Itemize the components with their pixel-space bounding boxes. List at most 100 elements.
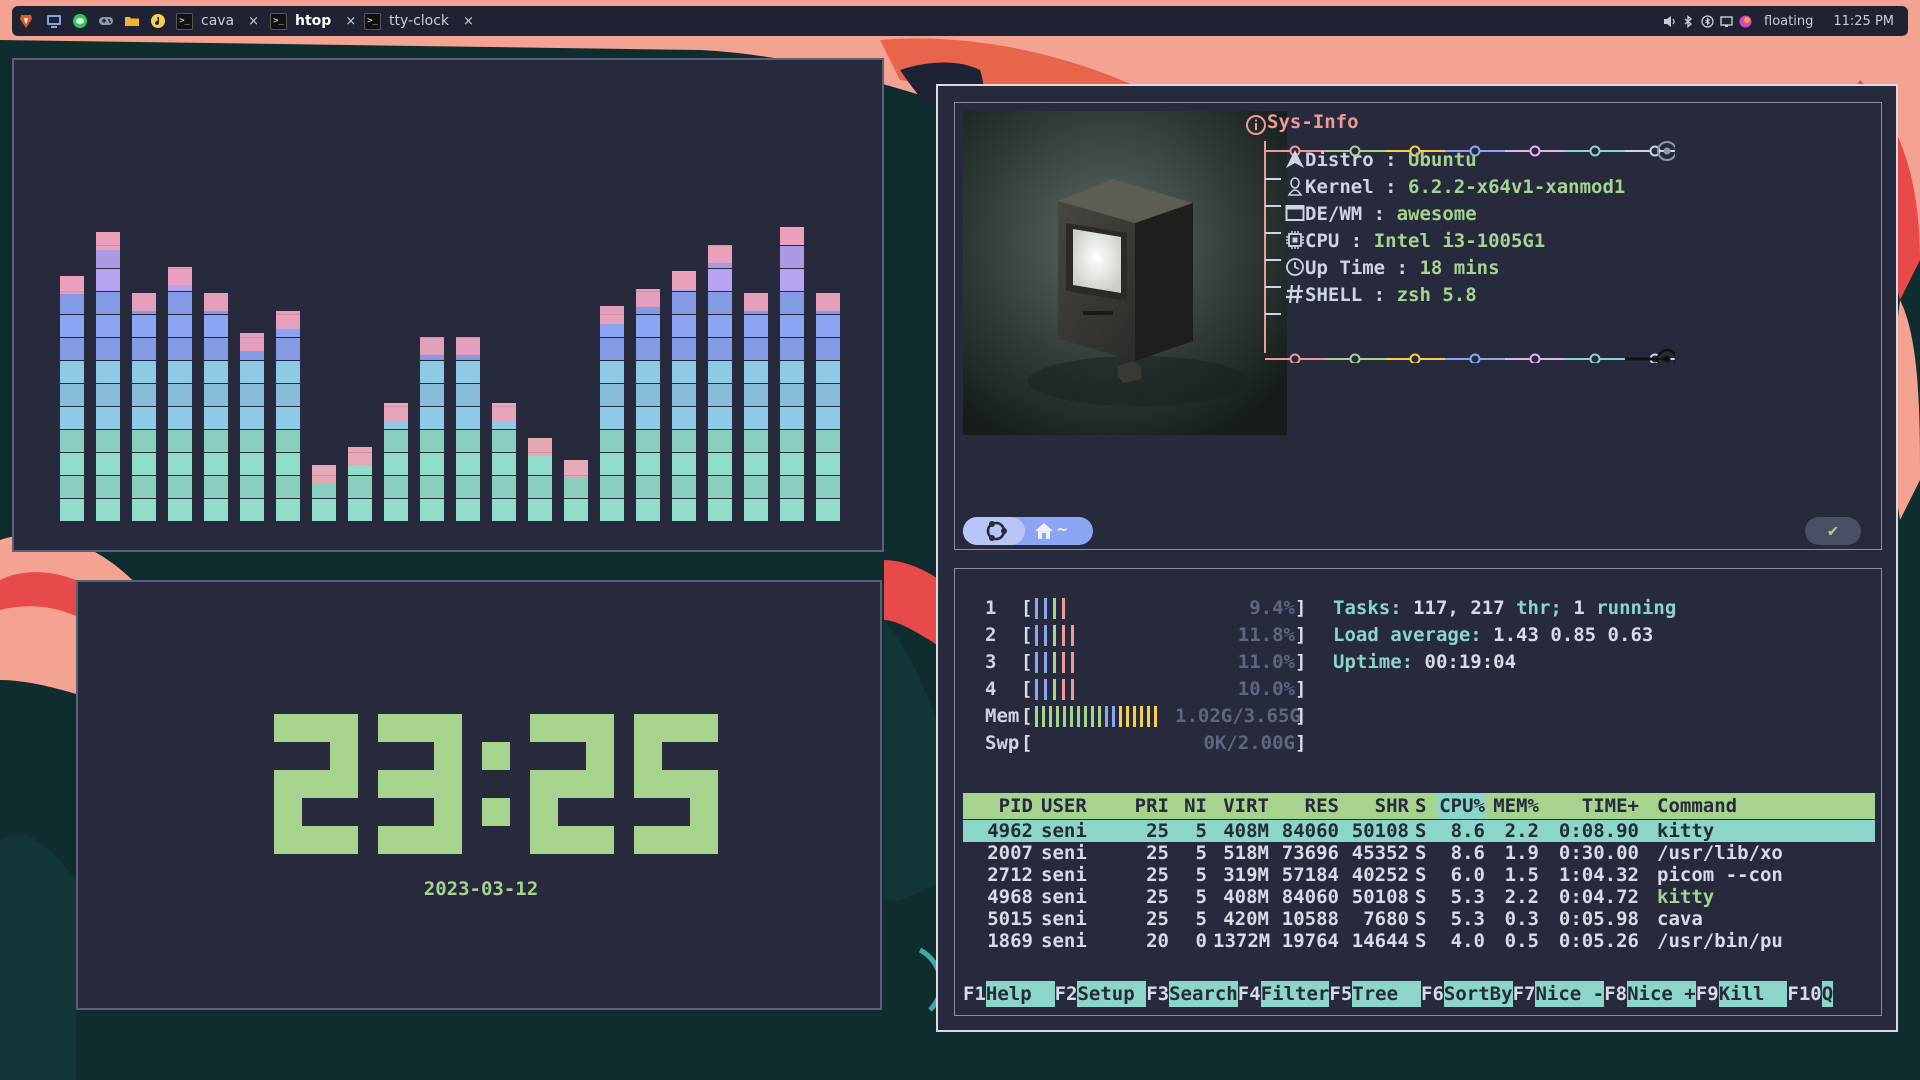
fkey-f7[interactable]: F7Nice -	[1513, 981, 1605, 1007]
cava-bar	[744, 293, 768, 521]
tab-cava[interactable]: >_ cava ×	[176, 6, 259, 36]
volume-icon[interactable]	[1663, 15, 1676, 28]
cava-bar	[276, 311, 300, 521]
meter-bracket-open: [	[1021, 597, 1033, 619]
layout-indicator[interactable]: floating	[1764, 14, 1813, 29]
cpu-bar-segment	[1044, 652, 1047, 673]
tty-clock-window[interactable]: 2023-03-12	[76, 580, 882, 1010]
kitty-terminal-window[interactable]: Sys-Info Distro : Ubuntu Kernel : 6.2.2-…	[936, 84, 1898, 1032]
fkey-f8[interactable]: F8Nice +	[1604, 981, 1696, 1007]
sysinfo-row-uptime: Up Time : 18 mins	[1285, 257, 1500, 283]
bluetooth-icon[interactable]	[1682, 14, 1695, 28]
display-icon[interactable]	[1720, 15, 1733, 28]
system-monitor-icon[interactable]	[46, 13, 62, 29]
col-pid[interactable]: PID	[963, 793, 1033, 819]
cava-bar	[600, 306, 624, 521]
process-cmd: /usr/lib/xo	[1657, 842, 1783, 864]
bluetooth-device-icon[interactable]	[1701, 14, 1714, 28]
process-pid: 1869	[987, 930, 1033, 952]
fkey-f9[interactable]: F9Kill	[1696, 981, 1788, 1007]
cava-window[interactable]	[12, 58, 884, 552]
process-row[interactable]: 2712 seni 25 5 319M 57184 40252 S 6.0 1.5 1:04.32 p…	[963, 864, 1875, 886]
fkey-label: Kill	[1718, 981, 1788, 1007]
fkey-f5[interactable]: F5Tree	[1329, 981, 1421, 1007]
cava-bar	[636, 289, 660, 521]
col-command[interactable]: Command	[1657, 793, 1737, 819]
tab-label: tty-clock	[389, 13, 450, 29]
process-ni: 5	[1195, 886, 1207, 908]
tab-tty-clock[interactable]: >_ tty-clock ×	[364, 6, 474, 36]
cpu-bar-segment	[1071, 625, 1074, 646]
fkey-f10[interactable]: F10Q	[1787, 981, 1834, 1007]
process-shr: 7680	[1363, 908, 1409, 930]
mem-bar-segment	[1063, 706, 1066, 727]
process-row[interactable]: 4968 seni 25 5 408M 84060 50108 S 5.3 2.2 0:04.72 k…	[963, 886, 1875, 908]
process-user: seni	[1041, 908, 1087, 930]
meter-bracket-open: [	[1021, 705, 1033, 727]
process-res: 57184	[1281, 864, 1339, 886]
fkey-f3[interactable]: F3Search	[1146, 981, 1238, 1007]
close-icon[interactable]: ×	[463, 14, 474, 29]
terminal-icon: >_	[364, 12, 381, 30]
brave-browser-icon[interactable]	[18, 13, 34, 29]
mem-bar-segment	[1140, 706, 1143, 727]
mem-bar-segment	[1105, 706, 1108, 727]
fkey-f4[interactable]: F4Filter	[1238, 981, 1330, 1007]
tab-htop[interactable]: >_ htop ×	[270, 6, 356, 36]
fkey-key: F5	[1329, 983, 1353, 1005]
col-res[interactable]: RES	[1273, 793, 1339, 819]
cava-bar	[456, 337, 480, 521]
cava-bar	[420, 337, 444, 521]
close-icon[interactable]: ×	[345, 14, 356, 29]
col-virt[interactable]: VIRT	[1213, 793, 1269, 819]
process-row[interactable]: 4962 seni 25 5 408M 84060 50108 S 8.6 2.2 0:08.90 k…	[963, 820, 1875, 842]
process-row[interactable]: 5015 seni 25 5 420M 10588 7680 S 5.3 0.3 0:05.98 ca…	[963, 908, 1875, 930]
cpu-bar-segment	[1053, 679, 1056, 700]
process-row[interactable]: 1869 seni 20 0 1372M 19764 14644 S 4.0 0.5 0:05.26…	[963, 930, 1875, 952]
process-pid: 2712	[987, 864, 1033, 886]
cpu-bar-segment	[1062, 625, 1065, 646]
cpu-percent: 10.0%	[1237, 678, 1295, 700]
music-player-icon[interactable]	[150, 13, 166, 29]
cava-bar	[60, 276, 84, 521]
col-cpu[interactable]: CPU%	[1437, 793, 1485, 819]
process-row[interactable]: 2007 seni 25 5 518M 73696 45352 S 8.6 1.9 0:30.00 /…	[963, 842, 1875, 864]
process-table-header[interactable]: PID USER PRI NI VIRT RES SHR S CPU% MEM%…	[963, 793, 1875, 819]
col-shr[interactable]: SHR	[1343, 793, 1409, 819]
sysinfo-pane[interactable]: Sys-Info Distro : Ubuntu Kernel : 6.2.2-…	[954, 102, 1882, 550]
fkey-label: Help	[985, 981, 1055, 1007]
mem-bar-segment	[1035, 706, 1038, 727]
process-user: seni	[1041, 886, 1087, 908]
col-user[interactable]: USER	[1041, 793, 1087, 819]
sysinfo-list: Distro : Ubuntu Kernel : 6.2.2-x64v1-xan…	[1285, 149, 1845, 309]
process-time: 0:04.72	[1558, 886, 1639, 908]
fkey-label: Nice +	[1627, 981, 1696, 1007]
tab-label: cava	[201, 13, 235, 29]
terminal-icon: >_	[270, 12, 287, 30]
sysinfo-row-cpu: CPU : Intel i3-1005G1	[1285, 230, 1545, 256]
col-mem[interactable]: MEM%	[1491, 793, 1539, 819]
col-time[interactable]: TIME+	[1543, 793, 1639, 819]
close-icon[interactable]: ×	[248, 14, 259, 29]
col-ni[interactable]: NI	[1173, 793, 1207, 819]
color-picker-icon[interactable]	[1739, 15, 1752, 28]
cava-bar	[564, 460, 588, 521]
gamepad-icon[interactable]	[98, 13, 114, 29]
sysinfo-row-distro: Distro : Ubuntu	[1285, 149, 1477, 175]
htop-pane[interactable]: 1 [ 9.4% ] 2 [ 11.8% ] 3 [ 11.0% ] 4 [ 1…	[954, 568, 1882, 1016]
folder-icon[interactable]	[124, 13, 140, 29]
process-pri: 25	[1146, 886, 1169, 908]
col-pri[interactable]: PRI	[1123, 793, 1169, 819]
fkey-f6[interactable]: F6SortBy	[1421, 981, 1513, 1007]
cpu-bar-segment	[1062, 598, 1065, 619]
process-mem: 0.3	[1504, 908, 1539, 930]
swp-label: Swp	[985, 732, 1020, 754]
process-virt: 408M	[1223, 886, 1269, 908]
col-state[interactable]: S	[1415, 793, 1426, 819]
chat-app-icon[interactable]	[72, 13, 88, 29]
home-icon	[1035, 523, 1053, 539]
process-virt: 408M	[1223, 820, 1269, 842]
fkey-f1[interactable]: F1Help	[963, 981, 1055, 1007]
process-ni: 5	[1195, 864, 1207, 886]
fkey-f2[interactable]: F2Setup	[1055, 981, 1147, 1007]
